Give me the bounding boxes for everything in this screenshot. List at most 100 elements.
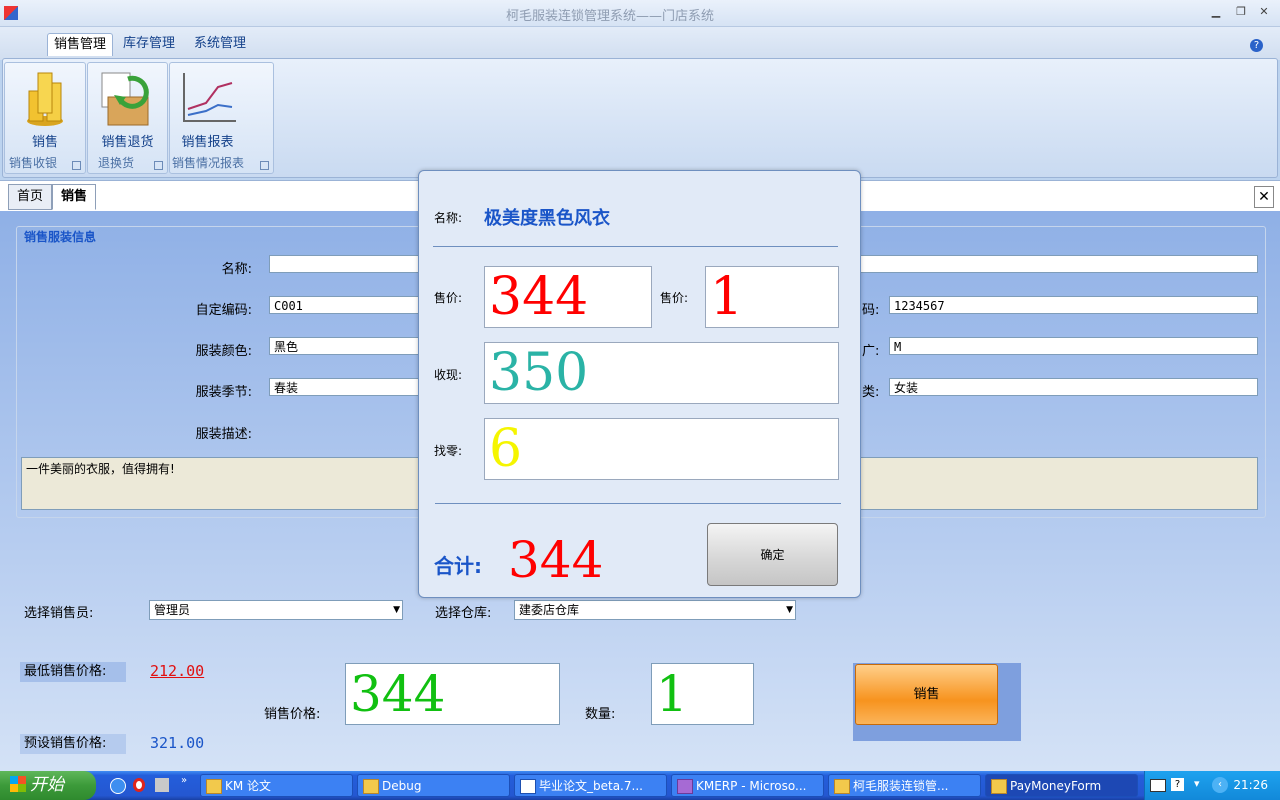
sell-button[interactable]: 销售 xyxy=(855,664,998,725)
dialog-name-label: 名称: xyxy=(434,211,463,225)
doc-tab-home[interactable]: 首页 xyxy=(8,184,53,210)
seller-select[interactable]: 管理员 ▼ xyxy=(149,600,403,620)
folder-icon xyxy=(363,779,379,794)
group-launcher-icon[interactable] xyxy=(154,161,163,170)
groupbox-title: 销售服装信息 xyxy=(22,228,99,245)
quicklaunch-app-icon[interactable] xyxy=(155,778,169,792)
close-window-button[interactable]: ✕ xyxy=(1256,5,1272,19)
taskbar-item-debug[interactable]: Debug xyxy=(357,774,510,797)
ribbon-group-checkout: 销售 销售收银 xyxy=(4,62,86,174)
ribbon-sales-report-button[interactable]: 销售报表 xyxy=(170,131,245,150)
warehouse-select[interactable]: 建委店仓库 ▼ xyxy=(514,600,796,620)
warehouse-label: 选择仓库: xyxy=(435,606,492,621)
return-box-icon[interactable] xyxy=(98,69,156,129)
season-field[interactable]: 春装 xyxy=(269,378,424,396)
tray-expand-icon[interactable]: ‹ xyxy=(1212,777,1228,793)
dialog-change-label: 找零: xyxy=(434,444,463,458)
min-price-value: 212.00 xyxy=(150,662,205,680)
chevron-down-icon[interactable]: ▼ xyxy=(786,601,793,619)
dialog-received-field[interactable]: 350 xyxy=(484,342,839,404)
task-label: KMERP - Microso... xyxy=(696,779,807,793)
color-label: 服装颜色: xyxy=(195,344,252,359)
taskbar-item-paymoneyform[interactable]: PayMoneyForm xyxy=(985,774,1138,797)
seller-label: 选择销售员: xyxy=(24,606,94,621)
clock: 21:26 xyxy=(1233,778,1268,792)
task-label: 毕业论文_beta.7... xyxy=(539,779,643,793)
quantity-input[interactable]: 1 xyxy=(651,663,754,725)
ribbon-group-report: 销售报表 销售情况报表 xyxy=(169,62,274,174)
preset-price-label: 预设销售价格: xyxy=(20,734,126,754)
type-label: 类: xyxy=(862,385,880,400)
help-icon[interactable]: ? xyxy=(1250,39,1263,52)
size-field[interactable]: M xyxy=(889,337,1258,355)
minimize-button[interactable]: ▁ xyxy=(1208,5,1224,19)
close-tab-icon[interactable]: ✕ xyxy=(1254,186,1274,208)
taskbar-item-km-paper[interactable]: KM 论文 xyxy=(200,774,353,797)
sale-price-label: 销售价格: xyxy=(264,707,321,722)
word-document-icon xyxy=(520,779,536,794)
app-window-icon xyxy=(991,779,1007,794)
chevron-down-icon[interactable]: ▼ xyxy=(393,601,400,619)
dialog-total-value: 344 xyxy=(508,531,604,589)
tab-inventory-management[interactable]: 库存管理 xyxy=(117,33,181,55)
dialog-qty-field[interactable]: 1 xyxy=(705,266,839,328)
window-title: 柯毛服装连锁管理系统——门店系统 xyxy=(505,9,714,24)
name-label: 名称: xyxy=(221,262,252,277)
ribbon-sales-return-button[interactable]: 销售退货 xyxy=(88,131,167,150)
min-price-label: 最低销售价格: xyxy=(20,662,126,682)
ribbon-group-caption: 销售收银 xyxy=(9,156,58,170)
sale-price-input[interactable]: 344 xyxy=(345,663,560,725)
dialog-received-label: 收现: xyxy=(434,368,463,382)
group-launcher-icon[interactable] xyxy=(72,161,81,170)
barcode-field[interactable]: 1234567 xyxy=(889,296,1258,314)
ribbon-group-returns: 销售退货 退换货 xyxy=(87,62,168,174)
dialog-price-label: 售价: xyxy=(434,291,463,305)
description-label: 服装描述: xyxy=(195,427,252,442)
confirm-button[interactable]: 确定 xyxy=(707,523,838,586)
taskbar-item-kemao-app[interactable]: 柯毛服装连锁管... xyxy=(828,774,981,797)
chevron-right-icon[interactable]: » xyxy=(181,775,187,786)
taskbar-item-kmerp[interactable]: KMERP - Microso... xyxy=(671,774,824,797)
season-label: 服装季节: xyxy=(195,385,252,400)
volume-icon[interactable]: ▾ xyxy=(1194,777,1200,790)
restore-button[interactable]: ❐ xyxy=(1233,5,1249,19)
size-label: 广: xyxy=(862,344,880,359)
start-label: 开始 xyxy=(30,775,64,795)
chart-report-icon[interactable] xyxy=(178,69,238,127)
warehouse-select-value: 建委店仓库 xyxy=(519,603,580,617)
keyboard-icon[interactable] xyxy=(1150,779,1166,792)
start-button[interactable]: 开始 xyxy=(0,771,96,800)
code-label: 自定编码: xyxy=(195,303,252,318)
dialog-price-field[interactable]: 344 xyxy=(484,266,652,328)
seller-select-value: 管理员 xyxy=(154,603,191,617)
title-bar: 柯毛服装连锁管理系统——门店系统 ▁ ❐ ✕ xyxy=(0,0,1280,27)
task-label: Debug xyxy=(382,779,422,793)
code-field[interactable]: C001 xyxy=(269,296,424,314)
taskbar-item-thesis[interactable]: 毕业论文_beta.7... xyxy=(514,774,667,797)
color-field[interactable]: 黑色 xyxy=(269,337,424,355)
doc-tab-sales[interactable]: 销售 xyxy=(52,184,97,210)
preset-price-value: 321.00 xyxy=(150,734,205,752)
quicklaunch-ie-icon[interactable] xyxy=(110,778,126,794)
divider xyxy=(433,246,838,247)
group-launcher-icon[interactable] xyxy=(260,161,269,170)
ribbon-sales-button[interactable]: 销售 xyxy=(5,131,85,150)
dialog-qty-label: 售价: xyxy=(660,291,689,305)
task-label: PayMoneyForm xyxy=(1010,779,1102,793)
divider xyxy=(435,503,841,504)
task-label: KM 论文 xyxy=(225,779,272,793)
tab-sales-management[interactable]: 销售管理 xyxy=(47,33,114,56)
tab-system-management[interactable]: 系统管理 xyxy=(188,33,252,55)
help-tray-icon[interactable]: ? xyxy=(1171,778,1184,791)
visual-studio-icon xyxy=(677,779,693,794)
barcode-label: 码: xyxy=(862,303,880,318)
quicklaunch-opera-icon[interactable] xyxy=(133,778,145,792)
type-field[interactable]: 女装 xyxy=(889,378,1258,396)
coins-icon[interactable] xyxy=(25,69,65,127)
dialog-total-label: 合计: xyxy=(434,554,482,578)
folder-icon xyxy=(206,779,222,794)
dialog-change-field[interactable]: 6 xyxy=(484,418,839,480)
dialog-product-name: 极美度黑色风衣 xyxy=(484,208,610,229)
ribbon-group-caption: 退换货 xyxy=(98,156,135,170)
task-label: 柯毛服装连锁管... xyxy=(853,779,949,793)
